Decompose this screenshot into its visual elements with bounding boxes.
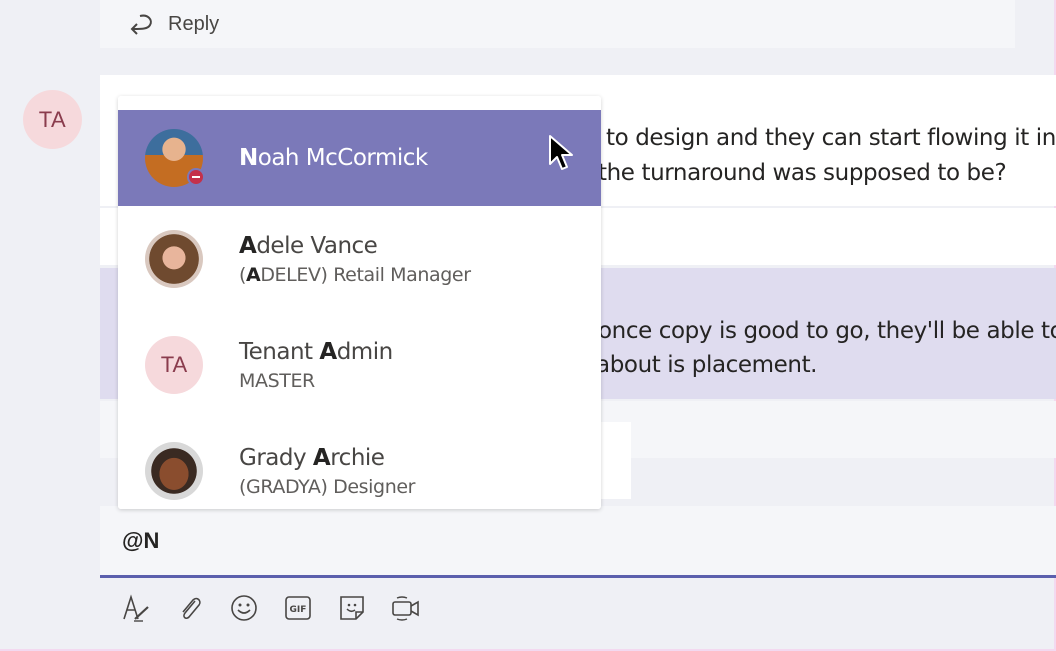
avatar <box>145 442 203 500</box>
message-text-line: to design and they can start flowing it … <box>606 125 1056 151</box>
presence-busy-icon <box>187 168 205 186</box>
suggestion-name: Grady Archie <box>239 444 385 471</box>
avatar[interactable]: TA <box>23 90 82 149</box>
attach-button[interactable] <box>174 592 206 624</box>
mention-suggestion-item[interactable]: Grady Archie (GRADYA) Designer <box>118 418 601 509</box>
meet-now-button[interactable] <box>390 592 422 624</box>
reply-icon <box>130 14 152 35</box>
message-text-line: the turnaround was supposed to be? <box>598 160 1007 186</box>
suggestion-subtitle: MASTER <box>239 369 315 392</box>
mouse-cursor-icon <box>549 135 573 170</box>
sticker-icon <box>340 596 364 620</box>
suggestion-subtitle: (ADELEV) Retail Manager <box>239 263 471 286</box>
attach-icon <box>182 597 201 619</box>
mention-suggestions-popup: Noah McCormick Adele Vance (ADELEV) Reta… <box>118 96 601 509</box>
message-text-line: about is placement. <box>596 352 818 378</box>
suggestion-subtitle: (GRADYA) Designer <box>239 475 416 498</box>
gif-button[interactable]: GIF <box>282 592 314 624</box>
avatar <box>145 230 203 288</box>
reply-button[interactable]: Reply <box>100 0 1015 48</box>
suggestion-name: Tenant Admin <box>239 338 393 365</box>
format-icon <box>123 594 149 622</box>
message-text-line: once copy is good to go, they'll be able… <box>598 318 1056 344</box>
reply-label: Reply <box>168 12 220 35</box>
suggestion-name: Adele Vance <box>239 232 378 259</box>
mention-suggestion-item[interactable]: Noah McCormick <box>118 110 601 206</box>
format-button[interactable] <box>120 592 152 624</box>
sticker-button[interactable] <box>336 592 368 624</box>
reply-area-fragment <box>600 422 631 499</box>
mention-suggestion-item[interactable]: Adele Vance (ADELEV) Retail Manager <box>118 206 601 312</box>
avatar: TA <box>145 336 203 394</box>
gif-icon: GIF <box>285 596 311 620</box>
compose-input[interactable]: @N <box>122 528 159 554</box>
avatar <box>145 129 205 187</box>
svg-text:GIF: GIF <box>290 605 307 615</box>
mention-suggestion-item[interactable]: TA Tenant Admin MASTER <box>118 312 601 418</box>
compose-toolbar: GIF <box>120 592 422 624</box>
compose-box[interactable]: @N <box>100 506 1056 578</box>
meet-now-icon <box>392 596 419 621</box>
emoji-button[interactable] <box>228 592 260 624</box>
suggestion-name: Noah McCormick <box>239 145 428 171</box>
emoji-icon <box>231 595 257 621</box>
